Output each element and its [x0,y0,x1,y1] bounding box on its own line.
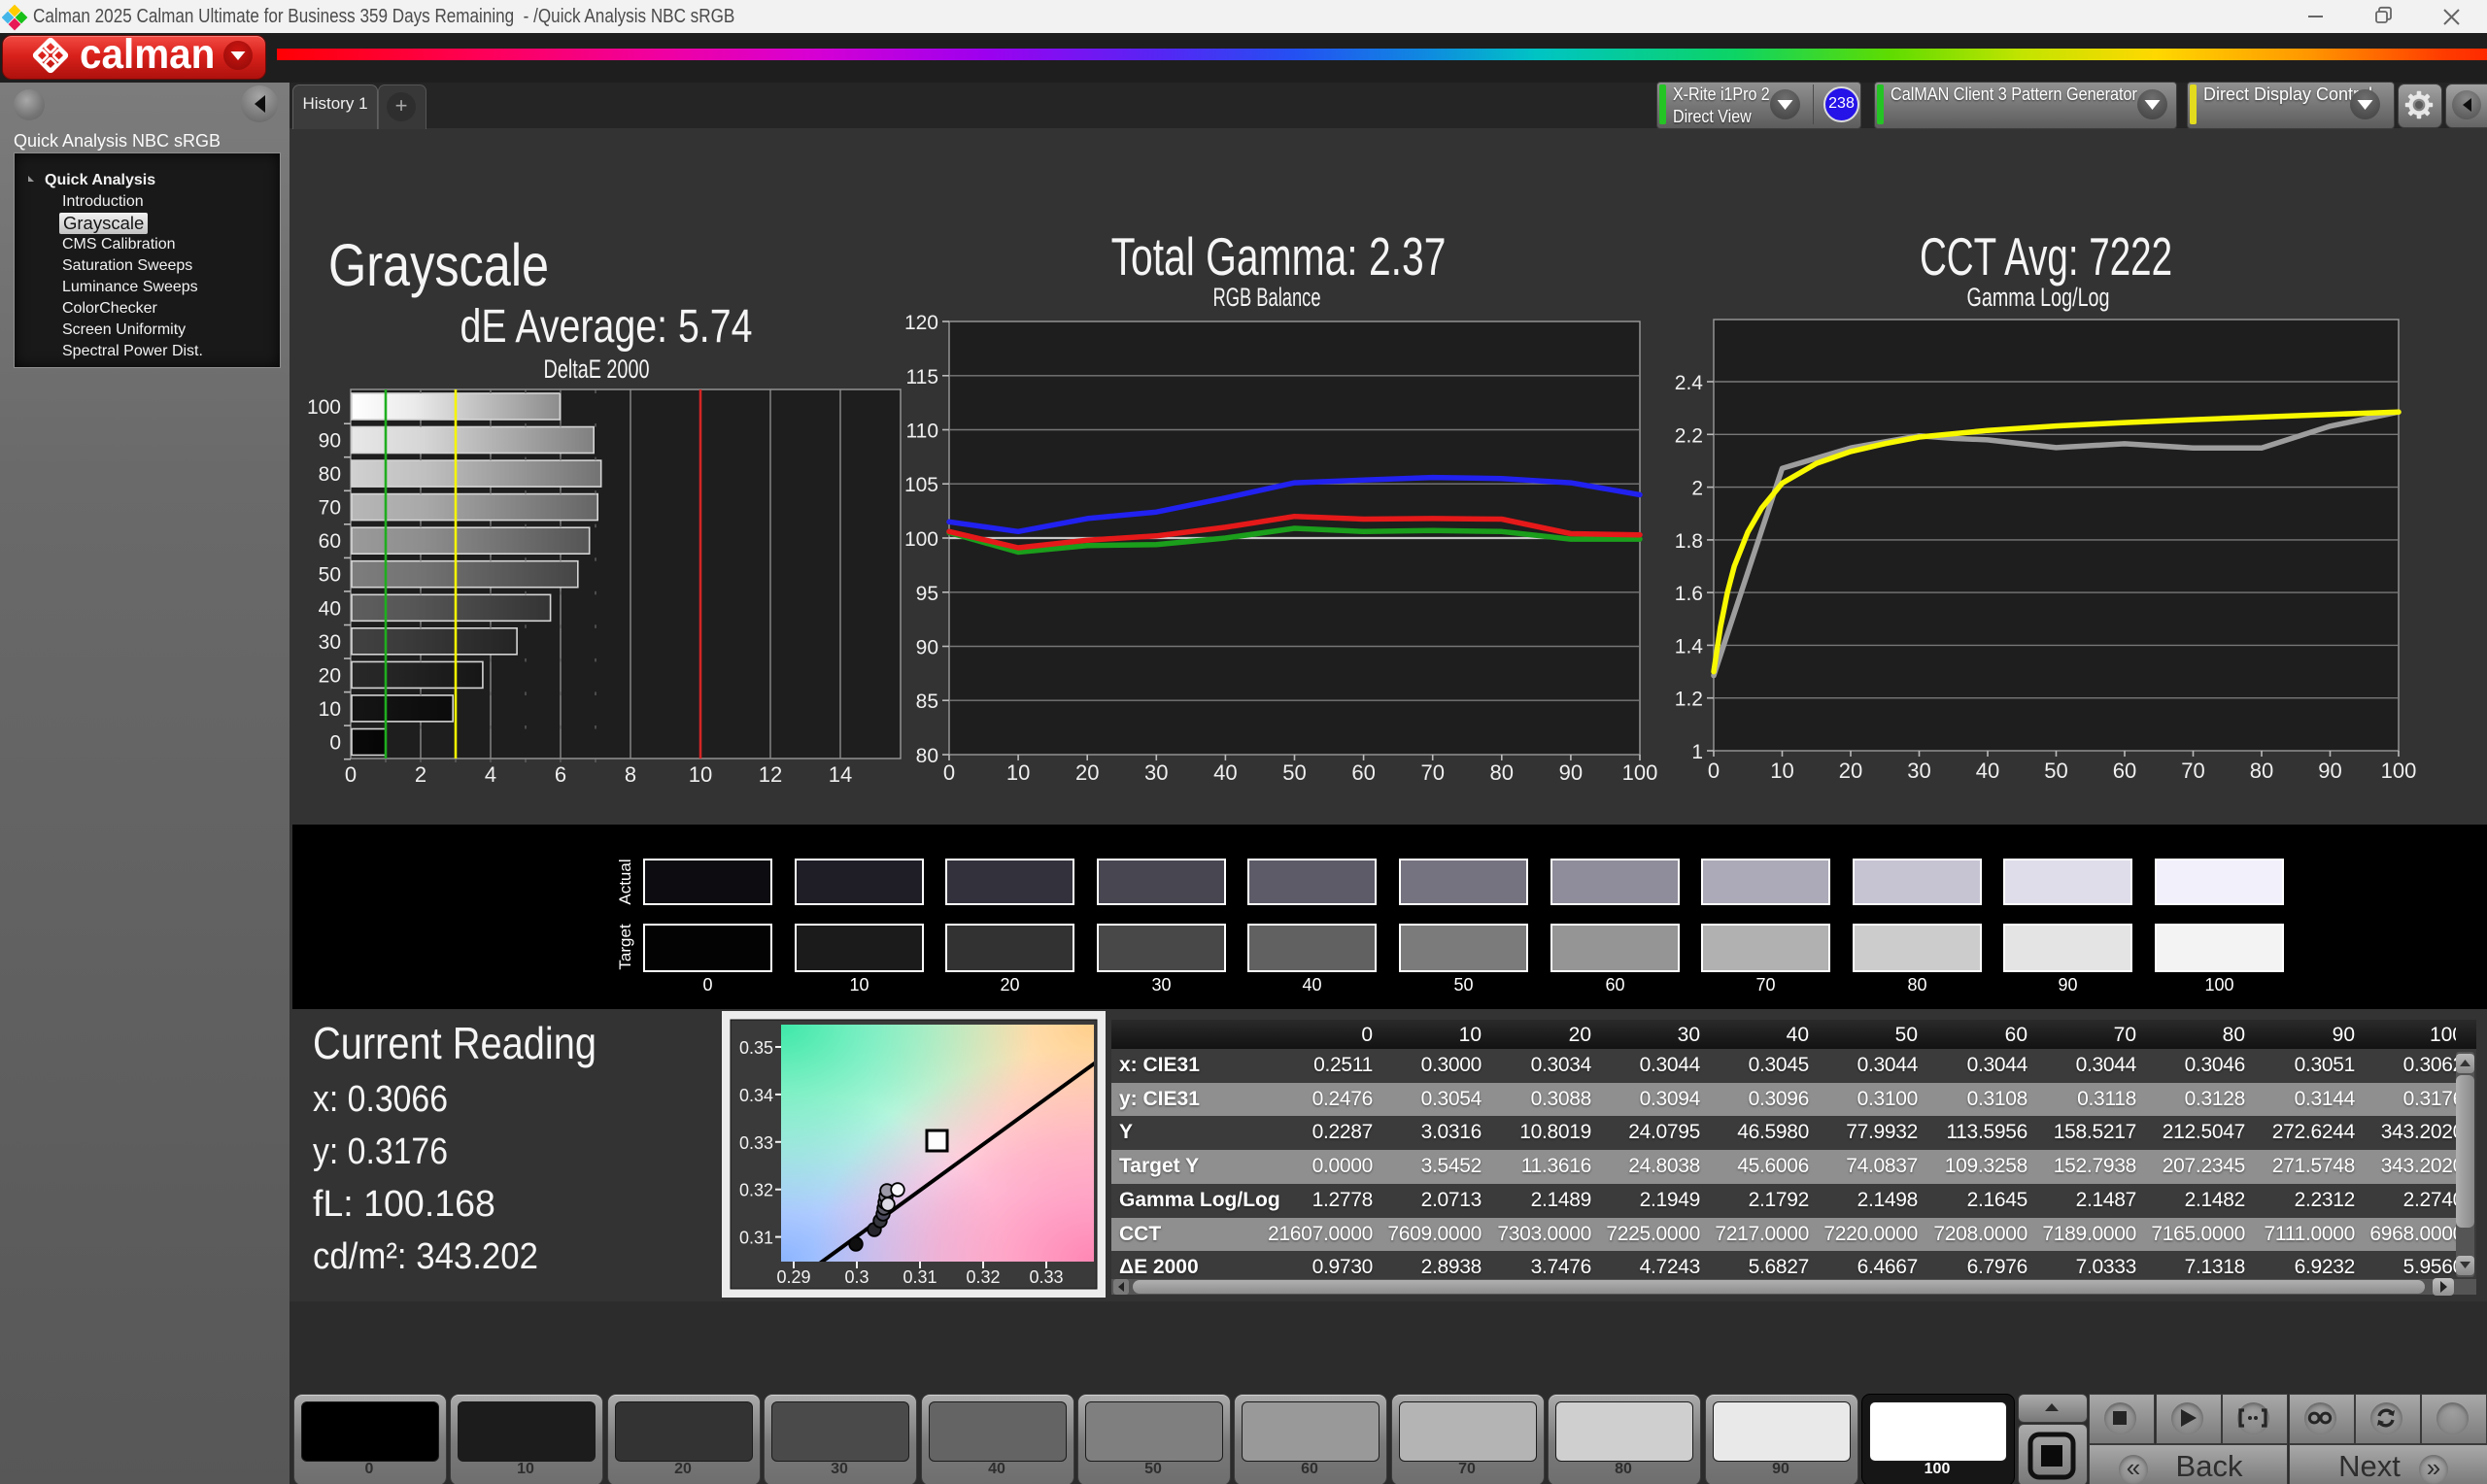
svg-text:6: 6 [555,762,566,787]
svg-text:0: 0 [1708,759,1720,783]
svg-text:95: 95 [916,583,938,605]
svg-text:80: 80 [2250,759,2273,783]
svg-text:20: 20 [1839,759,1862,783]
svg-text:110: 110 [906,421,938,443]
svg-text:100: 100 [307,396,341,419]
svg-text:2.2: 2.2 [1675,424,1703,447]
svg-text:0: 0 [943,760,955,785]
svg-text:80: 80 [1490,760,1514,785]
svg-text:4: 4 [485,762,496,787]
svg-text:30: 30 [319,631,341,654]
svg-text:0: 0 [329,732,341,755]
svg-text:105: 105 [904,474,938,496]
svg-text:0.34: 0.34 [739,1086,773,1105]
svg-text:0.31: 0.31 [903,1267,937,1287]
svg-text:2.4: 2.4 [1675,372,1704,394]
svg-text:1.4: 1.4 [1675,635,1704,658]
svg-text:90: 90 [1559,760,1583,785]
svg-text:0.32: 0.32 [739,1181,773,1200]
svg-text:90: 90 [319,430,341,453]
svg-text:2: 2 [415,762,426,787]
svg-text:90: 90 [2318,759,2341,783]
svg-text:100: 100 [2381,759,2417,783]
svg-text:2: 2 [1691,478,1703,500]
svg-text:50: 50 [319,564,341,587]
svg-text:80: 80 [319,463,341,486]
svg-text:20: 20 [1075,760,1099,785]
svg-text:90: 90 [916,637,938,659]
svg-text:60: 60 [1351,760,1375,785]
svg-text:50: 50 [1282,760,1306,785]
svg-text:0.3: 0.3 [844,1267,869,1287]
svg-text:100: 100 [904,528,938,551]
svg-text:10: 10 [319,698,341,721]
svg-text:0.33: 0.33 [739,1133,773,1153]
svg-text:1.8: 1.8 [1675,530,1703,553]
svg-text:1.6: 1.6 [1675,583,1703,605]
svg-text:10: 10 [1770,759,1793,783]
svg-text:40: 40 [1976,759,1999,783]
svg-text:120: 120 [904,312,938,334]
svg-text:85: 85 [916,691,938,713]
svg-text:0.33: 0.33 [1029,1267,1063,1287]
svg-text:80: 80 [916,745,938,767]
svg-text:40: 40 [1213,760,1237,785]
svg-text:10: 10 [1006,760,1030,785]
svg-text:12: 12 [759,762,782,787]
svg-text:115: 115 [906,366,938,388]
svg-text:30: 30 [1907,759,1930,783]
svg-text:10: 10 [689,762,712,787]
svg-text:1.2: 1.2 [1675,689,1703,711]
svg-text:1: 1 [1691,741,1703,763]
svg-text:60: 60 [2113,759,2136,783]
svg-text:60: 60 [319,530,341,553]
svg-text:70: 70 [1420,760,1444,785]
svg-text:70: 70 [2181,759,2204,783]
svg-text:70: 70 [319,497,341,520]
svg-text:14: 14 [829,762,852,787]
svg-text:0.35: 0.35 [739,1038,773,1058]
svg-text:0.31: 0.31 [739,1229,773,1248]
svg-text:0: 0 [345,762,357,787]
svg-text:8: 8 [625,762,636,787]
svg-text:30: 30 [1144,760,1168,785]
svg-text:0.29: 0.29 [776,1267,810,1287]
svg-text:40: 40 [319,597,341,620]
svg-text:20: 20 [319,664,341,687]
svg-text:50: 50 [2044,759,2067,783]
svg-text:0.32: 0.32 [966,1267,1000,1287]
